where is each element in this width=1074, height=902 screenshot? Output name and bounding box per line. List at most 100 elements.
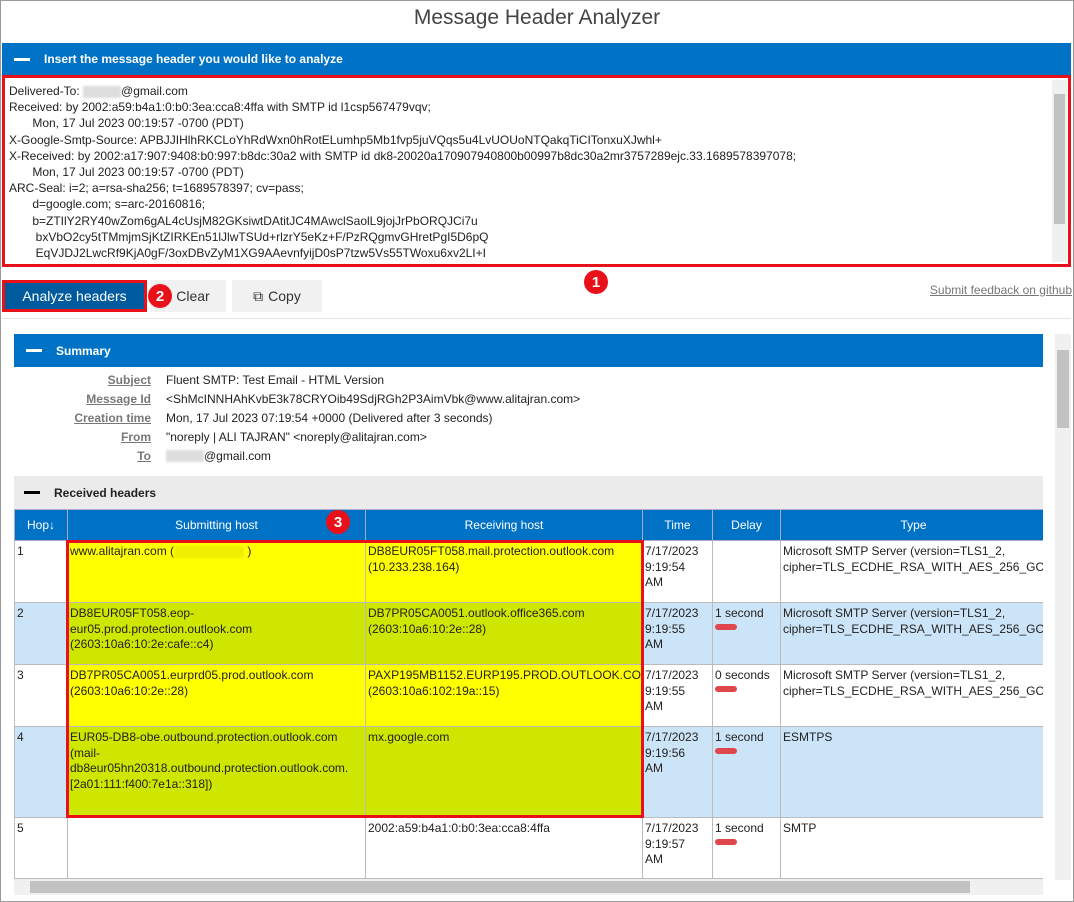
- delay-bar: [715, 623, 737, 630]
- type-cell: Microsoft SMTP Server (version=TLS1_2, ci…: [780, 602, 1043, 665]
- receiving-host-cell: DB7PR05CA0051.outlook.office365.com (2603…: [365, 602, 643, 665]
- header-line: EqVJDJ2LwcRf9KjA0gF/3oxDBvZyM1XG9AAevnfy…: [9, 245, 1048, 261]
- summary-row: To @gmail.com: [14, 446, 1014, 465]
- scrollbar-thumb[interactable]: [1057, 350, 1069, 428]
- cell-line: AM: [645, 699, 663, 713]
- input-panel-header[interactable]: Insert the message header you would like…: [2, 43, 1071, 75]
- redacted-text: [174, 545, 245, 558]
- summary-value-text: <ShMcINNHAhKvbE3k78CRYOib49SdjRGh2P3AimV…: [166, 391, 581, 406]
- cell-line: DB8EUR05FT058.eop-: [70, 606, 195, 620]
- annotation-badge-3: 3: [326, 510, 350, 534]
- header-line: X-Google-Smtp-Source: APBJJIHlhRKCLoYhRd…: [9, 132, 1048, 148]
- collapse-icon: [24, 491, 40, 494]
- cell-line: (2603:10a6:10:2e:cafe::c4): [70, 637, 214, 651]
- cell-line: (mail-: [70, 745, 100, 760]
- delay-text: 1 second: [715, 821, 764, 835]
- header-line-text: bxVbO2cy5tTMmjmSjKtZIRKEn51lJlwTSUd+rlzr…: [9, 229, 489, 244]
- type-cell: SMTP: [780, 817, 1043, 879]
- submit-feedback-link[interactable]: Submit feedback on github: [930, 283, 1072, 297]
- summary-label[interactable]: To: [14, 449, 166, 463]
- header-input-textarea[interactable]: Delivered-To: @gmail.com Received: by 200…: [2, 75, 1071, 267]
- cell-line: 7/17/2023: [645, 730, 699, 744]
- cell-line: AM: [645, 761, 663, 775]
- cell-line: AM: [645, 575, 663, 589]
- column-header[interactable]: Time: [642, 509, 713, 541]
- cell-line: [2a01:111:f400:7e1a::318]): [70, 776, 213, 791]
- submitting-host-cell: [67, 817, 366, 879]
- summary-value-text: Mon, 17 Jul 2023 07:19:54 +0000 (Deliver…: [166, 410, 493, 425]
- collapse-icon: [26, 349, 42, 352]
- cell-line: 9:19:57: [645, 836, 686, 851]
- cell-line: 9:19:54: [645, 559, 686, 574]
- summary-value: Mon, 17 Jul 2023 07:19:54 +0000 (Deliver…: [166, 411, 493, 425]
- collapse-icon: [14, 57, 30, 61]
- cell-line: DB7PR05CA0051.outlook.office365.com: [368, 606, 585, 620]
- table-row: 3 DB7PR05CA0051.eurprd05.prod.outlook.com…: [14, 664, 1043, 727]
- delay-cell: 1 second: [712, 602, 781, 665]
- type-cell: ESMTPS: [780, 726, 1043, 818]
- column-header[interactable]: Type: [780, 509, 1043, 541]
- submitting-host-cell: www.alitajran.com ( ): [67, 540, 366, 603]
- header-line-text: Received: by 2002:a59:b4a1:0:b0:3ea:cca8…: [9, 100, 431, 115]
- cell-line: DB7PR05CA0051.eurprd05.prod.outlook.com: [70, 668, 314, 682]
- time-cell: 7/17/2023 9:19:56 AM: [642, 726, 713, 818]
- submitting-host-cell: EUR05-DB8-obe.outbound.protection.outloo…: [67, 726, 366, 818]
- table-row: 1 www.alitajran.com ( ) DB8EUR05FT058.mail…: [14, 540, 1043, 603]
- summary-label[interactable]: Subject: [14, 373, 166, 387]
- table-row: 4 EUR05-DB8-obe.outbound.protection.outlo…: [14, 726, 1043, 818]
- delay-cell: 1 second: [712, 817, 781, 879]
- header-line: i5/ZwX1qcfqutSqlC8mD8PcFN+tCbS3UoSMsdr10…: [9, 261, 1048, 264]
- summary-label[interactable]: Creation time: [14, 411, 166, 425]
- header-line-text: b=ZTIlY2RY40wZom6gAL4cUsjM82GKsiwtDAtitJ…: [9, 213, 478, 228]
- header-line-text: Mon, 17 Jul 2023 00:19:57 -0700 (PDT): [9, 116, 244, 131]
- column-header[interactable]: Hop↓: [14, 509, 68, 541]
- header-line: Mon, 17 Jul 2023 00:19:57 -0700 (PDT): [9, 164, 1048, 180]
- header-line: Received: by 2002:a59:b4a1:0:b0:3ea:cca8…: [9, 99, 1048, 115]
- header-line-text: Delivered-To:: [9, 84, 84, 98]
- cell-line: SMTP: [783, 821, 817, 835]
- delay-text: 1 second: [715, 730, 764, 744]
- delay-text: 0 seconds: [715, 668, 770, 682]
- cell-line: www.alitajran.com ( ): [70, 544, 363, 560]
- cell-line: 7/17/2023: [645, 544, 699, 558]
- received-headers-table: Hop↓ Submitting host Receiving host Time Del…: [14, 509, 1043, 879]
- cell-line: PAXP195MB1152.EURP195.PROD.OUTLOOK.COM: [368, 668, 643, 682]
- receiving-host-cell: mx.google.com: [365, 726, 643, 818]
- summary-value-text: Fluent SMTP: Test Email - HTML Version: [166, 372, 385, 387]
- cell-line: mx.google.com: [368, 730, 450, 744]
- cell-line: Microsoft SMTP Server (version=TLS1_2,: [783, 544, 1006, 558]
- column-header[interactable]: Delay: [712, 509, 781, 541]
- page-title: Message Header Analyzer: [413, 6, 661, 29]
- vertical-scrollbar[interactable]: [1055, 334, 1071, 880]
- annotation-badge-1: 1: [584, 270, 608, 294]
- scrollbar-thumb[interactable]: [1054, 94, 1065, 224]
- summary-label[interactable]: Message Id: [14, 392, 166, 406]
- header-line-text: X-Google-Smtp-Source: APBJJIHlhRKCLoYhRd…: [9, 132, 662, 147]
- header-line-text: i5/ZwX1qcfqutSqlC8mD8PcFN+tCbS3UoSMsdr10…: [9, 262, 470, 264]
- summary-row: Message Id <ShMcINNHAhKvbE3k78CRYOib49Sdj…: [14, 389, 1014, 408]
- analyze-headers-button[interactable]: Analyze headers: [2, 280, 147, 312]
- summary-label[interactable]: From: [14, 430, 166, 444]
- cell-line: Microsoft SMTP Server (version=TLS1_2,: [783, 668, 1006, 682]
- input-panel-title: Insert the message header you would like…: [44, 52, 343, 66]
- table-row: 2 DB8EUR05FT058.eop-eur05.prod.protection…: [14, 602, 1043, 665]
- received-headers-header[interactable]: Received headers: [14, 476, 1043, 509]
- time-cell: 7/17/2023 9:19:57 AM: [642, 817, 713, 879]
- cell-line: eur05.prod.protection.outlook.com: [70, 621, 253, 636]
- copy-label: Copy: [268, 288, 301, 304]
- receiving-host-cell: PAXP195MB1152.EURP195.PROD.OUTLOOK.COM (2…: [365, 664, 643, 727]
- summary-value-text: @gmail.com: [204, 448, 271, 463]
- header-line-text: ARC-Seal: i=2; a=rsa-sha256; t=168957839…: [9, 181, 304, 196]
- column-header[interactable]: Receiving host: [365, 509, 643, 541]
- copy-button[interactable]: ⧉ Copy: [232, 280, 322, 312]
- horizontal-scrollbar[interactable]: [14, 879, 1043, 895]
- hop-cell: 5: [14, 817, 68, 879]
- summary-header[interactable]: Summary: [14, 334, 1043, 367]
- scrollbar-thumb[interactable]: [30, 881, 970, 893]
- textarea-scrollbar[interactable]: [1052, 80, 1067, 262]
- hop-cell: 4: [14, 726, 68, 818]
- receiving-host-cell: 2002:a59:b4a1:0:b0:3ea:cca8:4ffa: [365, 817, 643, 879]
- cell-line: DB8EUR05FT058.mail.protection.outlook.co…: [368, 544, 615, 558]
- redacted-text: [83, 85, 122, 98]
- column-header[interactable]: Submitting host: [67, 509, 366, 541]
